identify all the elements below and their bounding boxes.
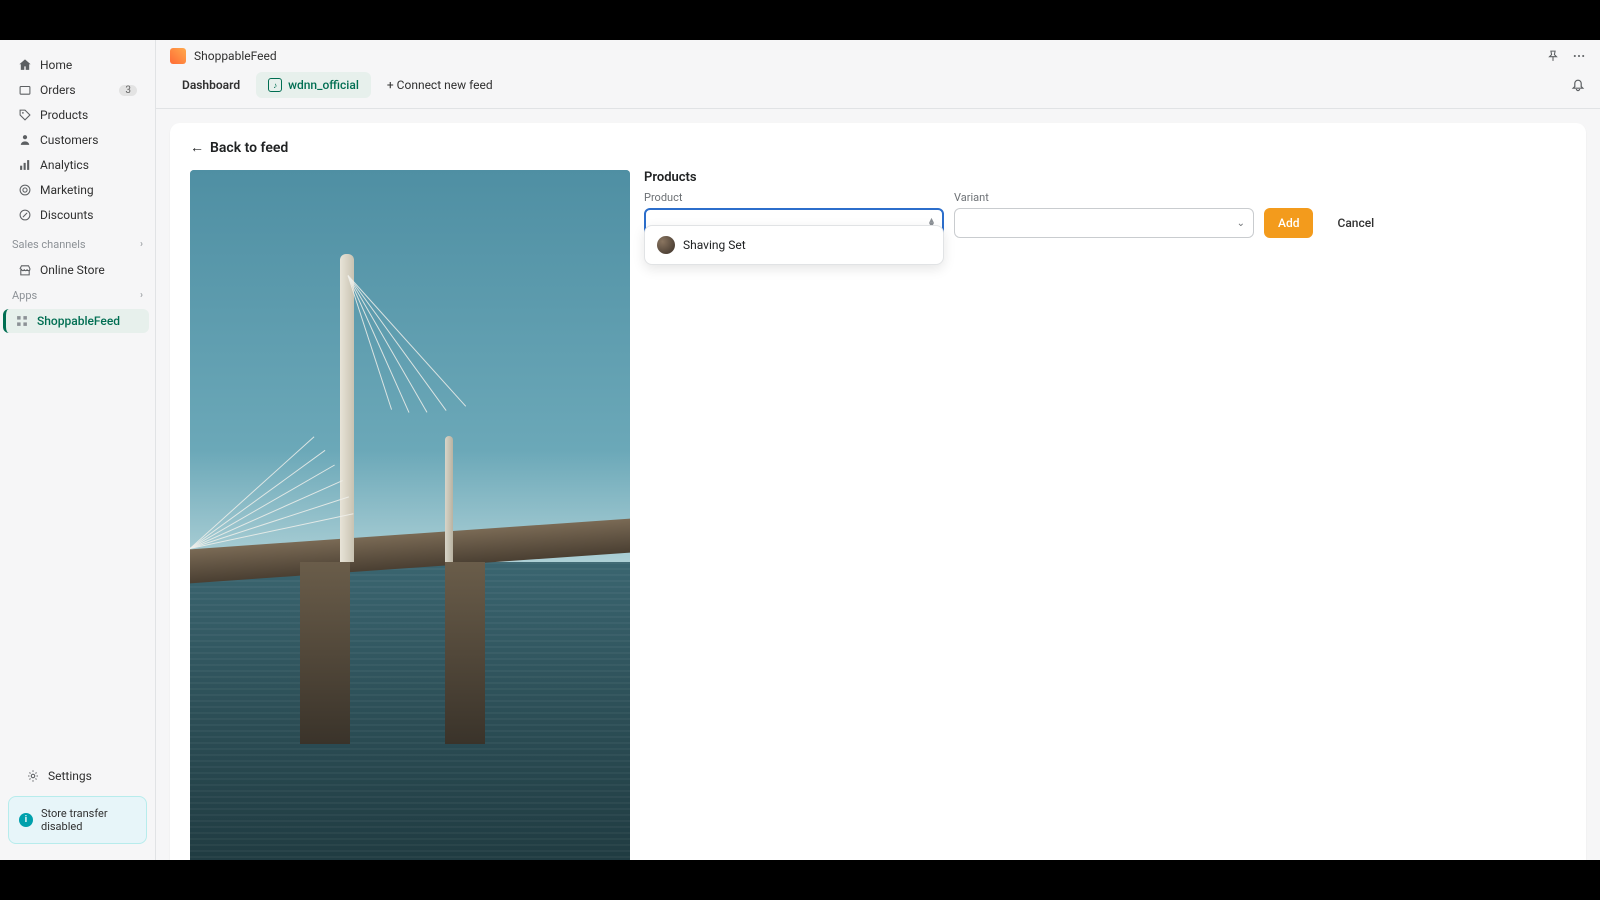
nav-online-store[interactable]: Online Store (6, 258, 149, 282)
tab-label: + Connect new feed (387, 78, 493, 92)
product-thumb-icon (657, 236, 675, 254)
app-icon (15, 314, 29, 328)
variant-select[interactable]: ⌄ (954, 208, 1254, 238)
discount-icon (18, 208, 32, 222)
orders-badge: 3 (119, 85, 137, 96)
apps-header[interactable]: Apps › (0, 283, 155, 308)
store-icon (18, 263, 32, 277)
home-icon (18, 58, 32, 72)
tab-feed[interactable]: ♪ wdnn_official (256, 72, 371, 98)
nav-label: Online Store (40, 263, 105, 277)
tab-label: Dashboard (182, 78, 240, 92)
arrow-left-icon: ← (190, 139, 204, 156)
tag-icon (18, 108, 32, 122)
variant-field-label: Variant (954, 191, 1254, 204)
chevron-down-icon: ⌄ (1237, 218, 1245, 229)
nav-label: Customers (40, 133, 98, 147)
orders-icon (18, 83, 32, 97)
products-panel: Products Product ▴▾ (644, 170, 1566, 860)
notice-text: Store transfer disabled (41, 807, 136, 833)
back-to-feed-link[interactable]: ← Back to feed (190, 139, 1566, 156)
dropdown-option-shaving-set[interactable]: Shaving Set (649, 230, 939, 260)
nav-label: Marketing (40, 183, 94, 197)
nav-label: Settings (48, 769, 92, 783)
nav-label: Discounts (40, 208, 93, 222)
section-label: Apps (12, 289, 37, 302)
product-field-label: Product (644, 191, 944, 204)
sales-channels-header[interactable]: Sales channels › (0, 232, 155, 257)
nav-customers[interactable]: Customers (6, 128, 149, 152)
store-transfer-notice: i Store transfer disabled (8, 796, 147, 844)
chevron-right-icon: › (140, 290, 143, 301)
tab-connect-new[interactable]: + Connect new feed (375, 72, 505, 98)
more-icon[interactable] (1572, 49, 1586, 63)
editor-card: ← Back to feed (170, 123, 1586, 860)
sidebar: Home Orders 3 Products Customers Analyti… (0, 40, 155, 860)
product-dropdown: Shaving Set (644, 225, 944, 265)
nav-products[interactable]: Products (6, 103, 149, 127)
app-header: ShoppableFeed (156, 40, 1600, 72)
gear-icon (26, 769, 40, 783)
back-label: Back to feed (210, 140, 288, 156)
tabs-bar: Dashboard ♪ wdnn_official + Connect new … (156, 72, 1600, 109)
add-button[interactable]: Add (1264, 208, 1313, 238)
tab-label: wdnn_official (288, 78, 359, 92)
media-preview (190, 170, 630, 860)
app-logo-icon (170, 48, 186, 64)
nav-settings[interactable]: Settings (14, 764, 141, 788)
nav-shoppablefeed[interactable]: ShoppableFeed (3, 309, 149, 333)
nav-orders[interactable]: Orders 3 (6, 78, 149, 102)
tiktok-icon: ♪ (268, 78, 282, 92)
tab-dashboard[interactable]: Dashboard (170, 72, 252, 98)
section-label: Sales channels (12, 238, 86, 251)
info-icon: i (19, 813, 33, 827)
nav-label: Orders (40, 83, 76, 97)
nav-label: Analytics (40, 158, 89, 172)
nav-label: ShoppableFeed (37, 314, 120, 328)
nav-analytics[interactable]: Analytics (6, 153, 149, 177)
products-title: Products (644, 170, 1566, 185)
nav-home[interactable]: Home (6, 53, 149, 77)
nav-marketing[interactable]: Marketing (6, 178, 149, 202)
main-content: ShoppableFeed Dashboard ♪ wdnn_official … (155, 40, 1600, 860)
cancel-button[interactable]: Cancel (1323, 208, 1388, 238)
dropdown-option-label: Shaving Set (683, 238, 746, 252)
nav-label: Home (40, 58, 72, 72)
nav-discounts[interactable]: Discounts (6, 203, 149, 227)
person-icon (18, 133, 32, 147)
target-icon (18, 183, 32, 197)
pin-icon[interactable] (1546, 49, 1560, 63)
app-title: ShoppableFeed (194, 49, 277, 63)
chevron-right-icon: › (140, 239, 143, 250)
nav-label: Products (40, 108, 88, 122)
bell-icon[interactable] (1570, 77, 1586, 93)
analytics-icon (18, 158, 32, 172)
